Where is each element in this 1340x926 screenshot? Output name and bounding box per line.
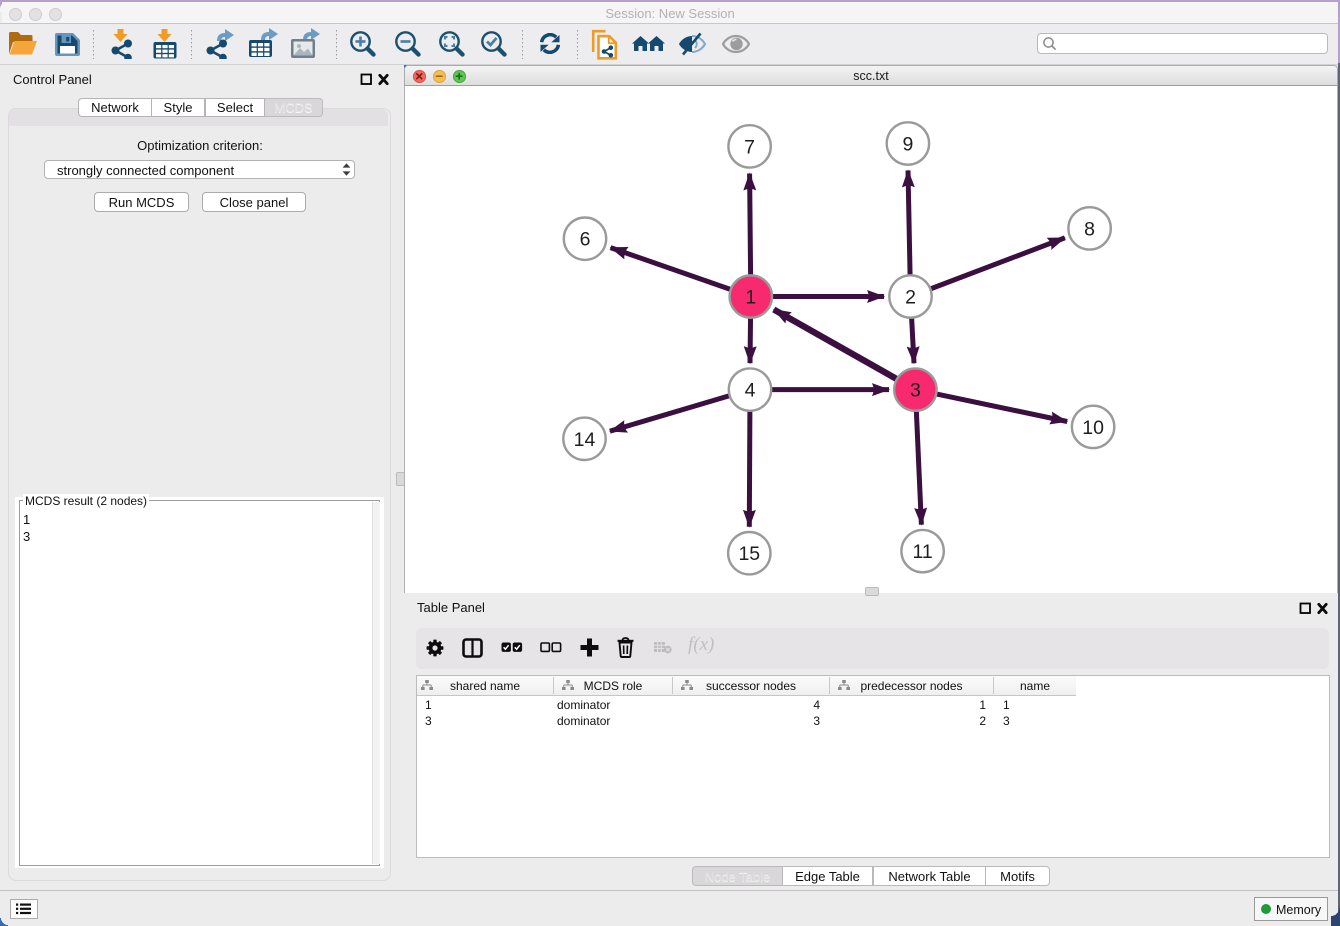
svg-text:11: 11 (912, 541, 932, 563)
svg-text:15: 15 (738, 543, 760, 565)
svg-text:8: 8 (1084, 218, 1095, 240)
svg-text:2: 2 (905, 287, 916, 309)
svg-text:14: 14 (574, 429, 596, 451)
svg-text:9: 9 (902, 134, 913, 156)
svg-text:1: 1 (745, 287, 756, 309)
svg-text:6: 6 (580, 229, 591, 251)
svg-text:10: 10 (1082, 417, 1104, 439)
svg-text:7: 7 (744, 136, 755, 158)
svg-text:3: 3 (910, 380, 921, 402)
svg-text:4: 4 (745, 380, 756, 402)
